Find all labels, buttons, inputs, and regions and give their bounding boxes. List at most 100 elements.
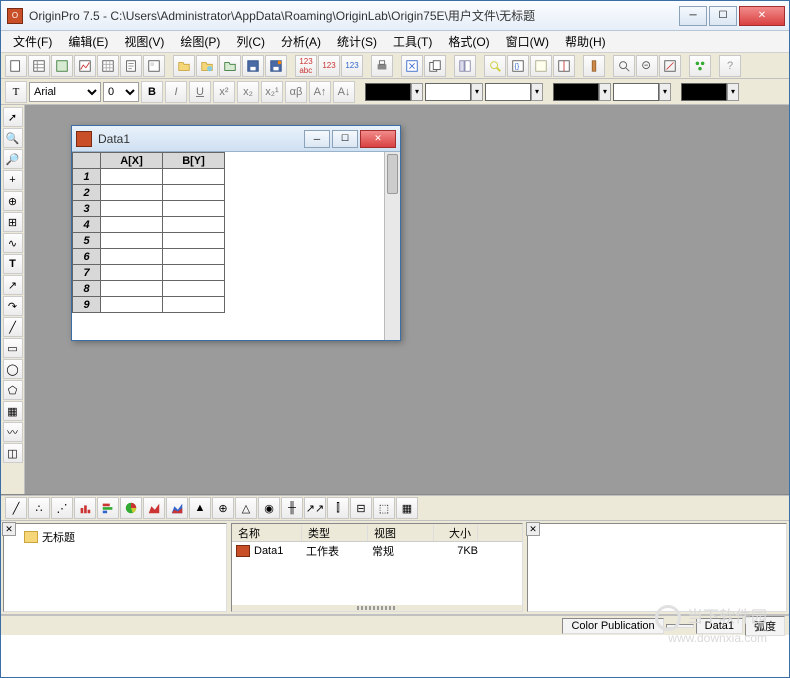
help-icon[interactable]: ?: [719, 55, 741, 77]
arrow-tool-icon[interactable]: ↗: [3, 275, 23, 295]
cell[interactable]: [163, 217, 225, 233]
new-matrix-icon[interactable]: [97, 55, 119, 77]
new-workbook-icon[interactable]: [28, 55, 50, 77]
mdi-canvas[interactable]: Data1 ─ ☐ ✕ A[X] B[Y] 1: [25, 105, 789, 494]
data-reader-icon[interactable]: ⊕: [3, 191, 23, 211]
column-plot-icon[interactable]: [74, 497, 96, 519]
cell[interactable]: [163, 249, 225, 265]
line-width-swatch[interactable]: [485, 83, 531, 101]
histogram-icon[interactable]: ⬚: [373, 497, 395, 519]
bar-plot-icon[interactable]: [97, 497, 119, 519]
new-graph-icon[interactable]: [74, 55, 96, 77]
menu-analysis[interactable]: 分析(A): [273, 31, 329, 52]
row-header[interactable]: 1: [73, 169, 101, 185]
project-tree-panel[interactable]: ✕ 无标题: [3, 523, 227, 612]
add-column-icon[interactable]: [553, 55, 575, 77]
recalculate-icon[interactable]: [583, 55, 605, 77]
save-icon[interactable]: [242, 55, 264, 77]
col-type[interactable]: 类型: [302, 525, 368, 541]
menu-tools[interactable]: 工具(T): [385, 31, 440, 52]
print-icon[interactable]: [371, 55, 393, 77]
workbook-list-panel[interactable]: 名称 类型 视图 大小 Data1 工作表 常规 7KB: [231, 523, 523, 612]
ternary-plot-icon[interactable]: △: [235, 497, 257, 519]
new-project-icon[interactable]: [5, 55, 27, 77]
mask-icon[interactable]: [689, 55, 711, 77]
dw-close-button[interactable]: ✕: [360, 130, 396, 148]
panel-close-icon[interactable]: ✕: [526, 522, 540, 536]
open-excel-icon[interactable]: [219, 55, 241, 77]
new-excel-icon[interactable]: [51, 55, 73, 77]
vector-plot-icon[interactable]: ↗↗: [304, 497, 326, 519]
line-tool-icon[interactable]: ╱: [3, 317, 23, 337]
cell[interactable]: [101, 217, 163, 233]
smith-chart-icon[interactable]: ◉: [258, 497, 280, 519]
row-header[interactable]: 6: [73, 249, 101, 265]
cell[interactable]: [101, 265, 163, 281]
zoomout-tool-icon[interactable]: 🔎: [3, 149, 23, 169]
open-icon[interactable]: [173, 55, 195, 77]
draw-data-icon[interactable]: ∿: [3, 233, 23, 253]
row-header[interactable]: 4: [73, 217, 101, 233]
curved-arrow-icon[interactable]: ↷: [3, 296, 23, 316]
italic-button[interactable]: I: [165, 81, 187, 103]
data-window[interactable]: Data1 ─ ☐ ✕ A[X] B[Y] 1: [71, 125, 401, 341]
menu-format[interactable]: 格式(O): [440, 31, 497, 52]
pie-plot-icon[interactable]: [120, 497, 142, 519]
grid-scrollbar[interactable]: [384, 152, 400, 340]
zoom-in-icon[interactable]: [613, 55, 635, 77]
line-style-swatch[interactable]: [425, 83, 471, 101]
decrease-font-button[interactable]: A↓: [333, 81, 355, 103]
subscript-button[interactable]: x₂: [237, 81, 259, 103]
maximize-button[interactable]: ☐: [709, 6, 737, 26]
col-header-b[interactable]: B[Y]: [163, 153, 225, 169]
close-button[interactable]: ✕: [739, 6, 785, 26]
pointer-tool-icon[interactable]: ➚: [3, 107, 23, 127]
stack-area-icon[interactable]: [166, 497, 188, 519]
box-plot-icon[interactable]: ⊟: [350, 497, 372, 519]
cell[interactable]: [101, 169, 163, 185]
region-tool-icon[interactable]: ▦: [3, 401, 23, 421]
new-notes-icon[interactable]: [120, 55, 142, 77]
col-view[interactable]: 视图: [368, 525, 434, 541]
row-header[interactable]: 5: [73, 233, 101, 249]
import-wizard-icon[interactable]: 123: [341, 55, 363, 77]
col-size[interactable]: 大小: [434, 525, 478, 541]
cell[interactable]: [101, 201, 163, 217]
data-selector-icon[interactable]: ⊞: [3, 212, 23, 232]
3d-bars-icon[interactable]: ▲: [189, 497, 211, 519]
save-template-icon[interactable]: [265, 55, 287, 77]
dw-maximize-button[interactable]: ☐: [332, 130, 358, 148]
menu-file[interactable]: 文件(F): [5, 31, 60, 52]
cell[interactable]: [101, 233, 163, 249]
row-header[interactable]: 3: [73, 201, 101, 217]
row-header[interactable]: 9: [73, 297, 101, 313]
cell[interactable]: [163, 281, 225, 297]
font-select[interactable]: Arial: [29, 82, 101, 102]
menu-plot[interactable]: 绘图(P): [172, 31, 228, 52]
line-style-menu[interactable]: ▾: [471, 83, 483, 101]
line-plot-icon[interactable]: ╱: [5, 497, 27, 519]
hiloclose-icon[interactable]: ╫: [281, 497, 303, 519]
symbol-color-menu[interactable]: ▾: [727, 83, 739, 101]
symbol-color-swatch[interactable]: [681, 83, 727, 101]
cell[interactable]: [163, 201, 225, 217]
polygon-tool-icon[interactable]: ⬠: [3, 380, 23, 400]
cell[interactable]: [163, 265, 225, 281]
col-header-a[interactable]: A[X]: [101, 153, 163, 169]
results-panel[interactable]: ✕: [527, 523, 787, 612]
line-symbol-icon[interactable]: ⋰: [51, 497, 73, 519]
freehand-tool-icon[interactable]: 〰: [3, 422, 23, 442]
open-template-icon[interactable]: [196, 55, 218, 77]
import-multi-icon[interactable]: 123: [318, 55, 340, 77]
duplicate-icon[interactable]: [424, 55, 446, 77]
tree-root-item[interactable]: 无标题: [20, 528, 79, 546]
fill-color-swatch[interactable]: [553, 83, 599, 101]
col-name[interactable]: 名称: [232, 525, 302, 541]
code-builder-icon[interactable]: {}: [507, 55, 529, 77]
cell[interactable]: [163, 297, 225, 313]
minimize-button[interactable]: ─: [679, 6, 707, 26]
panel-close-icon[interactable]: ✕: [2, 522, 16, 536]
rect-tool-icon[interactable]: ▭: [3, 338, 23, 358]
row-header[interactable]: 8: [73, 281, 101, 297]
greek-button[interactable]: αβ: [285, 81, 307, 103]
